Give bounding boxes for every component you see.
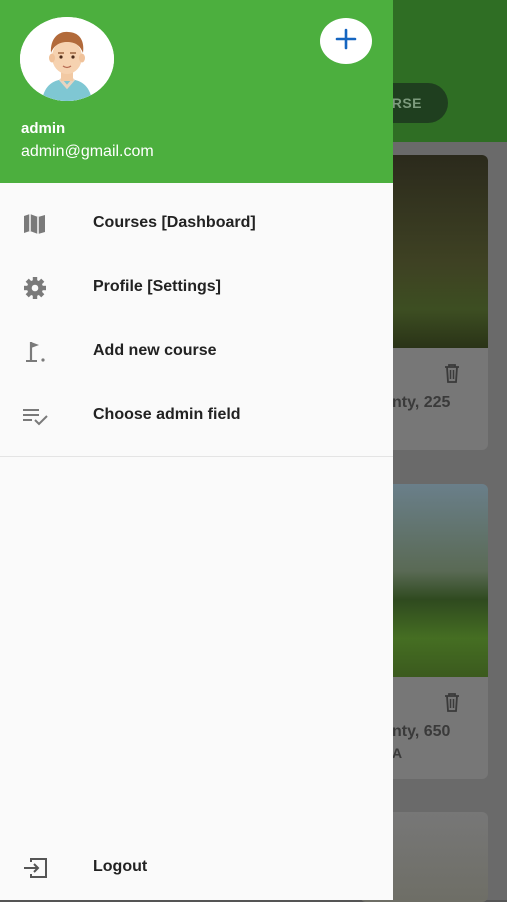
menu-item-choose-admin-field[interactable]: Choose admin field [0,384,393,448]
course-location: nty, 225 [392,394,451,411]
user-email: admin@gmail.com [21,143,154,160]
logout-label: Logout [93,858,148,875]
menu-item-profile-settings[interactable]: Profile [Settings] [0,256,393,320]
trash-icon[interactable] [442,362,462,389]
course-location-extra: A [392,745,403,761]
menu-item-label: Choose admin field [93,406,241,423]
menu-item-label: Courses [Dashboard] [93,214,256,231]
drawer-menu: Courses [Dashboard] Profile [Settings] A… [0,192,393,448]
navigation-drawer: admin admin@gmail.com Courses [Dashboard… [0,0,393,900]
checklist-icon [21,404,49,428]
add-button[interactable] [320,18,372,64]
logout-button[interactable]: Logout [0,836,393,900]
menu-item-label: Profile [Settings] [93,278,222,295]
course-location: nty, 650 [392,723,451,740]
drawer-header: admin admin@gmail.com [0,0,393,183]
map-icon [21,212,49,236]
menu-item-add-new-course[interactable]: Add new course [0,320,393,384]
plus-icon [335,28,357,55]
trash-icon[interactable] [442,691,462,718]
gear-icon [21,276,49,300]
menu-item-courses-dashboard[interactable]: Courses [Dashboard] [0,192,393,256]
menu-item-label: Add new course [93,342,217,359]
avatar[interactable] [20,17,114,101]
menu-divider [0,456,393,457]
golf-flag-icon [21,340,49,364]
user-name: admin [21,120,66,137]
logout-icon [22,856,50,880]
